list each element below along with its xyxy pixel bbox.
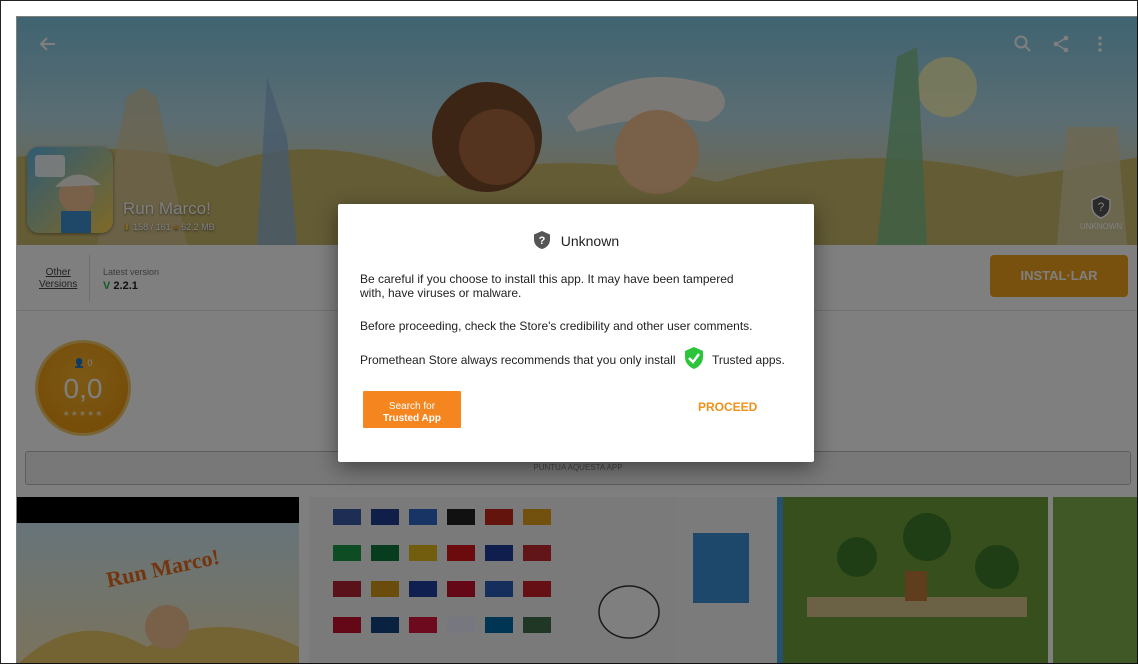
recommendation-paragraph: Promethean Store always recommends that … — [360, 346, 800, 370]
search-button-line2: Trusted App — [383, 412, 441, 424]
dialog-title-text: Unknown — [560, 233, 620, 249]
svg-text:?: ? — [538, 235, 545, 247]
unknown-app-warning-dialog: ? Unknown Be careful if you choose to in… — [338, 204, 814, 462]
shield-question-icon: ? — [533, 231, 550, 249]
dialog-title: ? Unknown — [338, 230, 814, 250]
warning-paragraph: Be careful if you choose to install this… — [360, 272, 734, 300]
search-button-line1: Search for — [388, 400, 436, 412]
search-trusted-app-button[interactable]: Search for Trusted App — [363, 391, 461, 428]
recommendation-text-before: Promethean Store always recommends that … — [360, 353, 676, 367]
advice-paragraph: Before proceeding, check the Store's cre… — [360, 319, 753, 333]
proceed-button[interactable]: PROCEED — [698, 400, 757, 414]
trusted-shield-icon — [684, 347, 703, 369]
recommendation-text-after: Trusted apps. — [711, 353, 785, 367]
